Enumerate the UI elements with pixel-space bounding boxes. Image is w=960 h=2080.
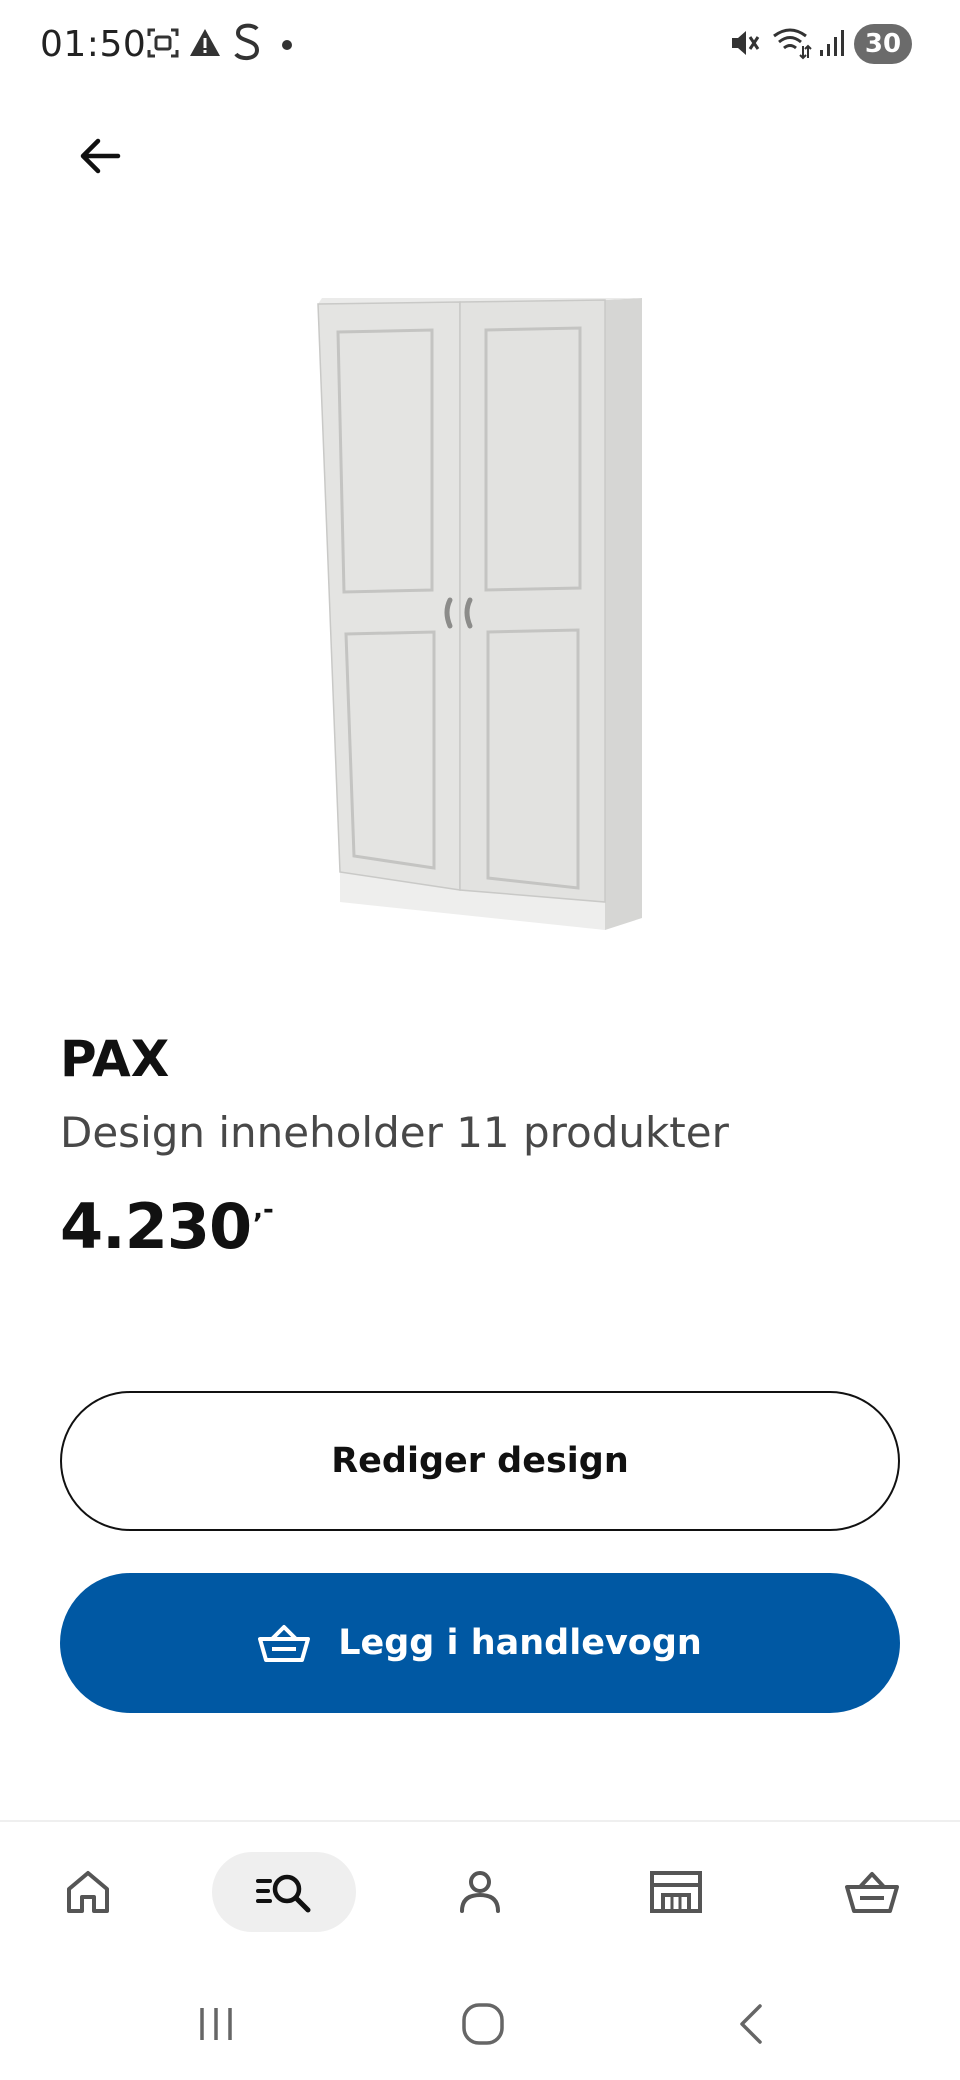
back-button[interactable] <box>70 126 130 186</box>
product-page: 01:50 30 PAX Design inneholder 11 produk… <box>0 0 960 2080</box>
status-bar: 01:50 30 <box>0 0 960 92</box>
person-icon <box>460 1871 500 1913</box>
basket-icon <box>845 1872 899 1913</box>
add-to-cart-button[interactable]: Legg i handlevogn <box>60 1573 900 1713</box>
screenshot-icon <box>146 26 180 65</box>
status-time: 01:50 <box>40 24 147 65</box>
home-system-button[interactable] <box>443 1984 523 2064</box>
product-price: 4.230,- <box>60 1190 274 1263</box>
product-description: Design inneholder 11 produkter <box>60 1108 729 1157</box>
mute-icon <box>728 26 762 65</box>
back-system-button[interactable] <box>712 1984 792 2064</box>
search-list-icon <box>256 1874 311 1913</box>
basket-icon <box>258 1623 311 1663</box>
chevron-left-icon <box>740 2004 762 2044</box>
price-suffix: ,- <box>253 1195 274 1225</box>
arrow-left-icon <box>80 138 121 174</box>
s-app-icon <box>232 20 262 69</box>
wifi-icon <box>772 26 812 65</box>
system-nav-bar <box>0 1962 960 2080</box>
edit-design-button[interactable]: Rediger design <box>60 1391 900 1531</box>
nav-store[interactable] <box>636 1852 716 1932</box>
battery-indicator: 30 <box>854 24 912 64</box>
bottom-nav <box>0 1822 960 1962</box>
recent-apps-icon <box>200 2008 232 2040</box>
add-to-cart-label: Legg i handlevogn <box>338 1623 702 1663</box>
price-amount: 4.230 <box>60 1190 252 1263</box>
signal-icon <box>818 26 846 65</box>
notification-dot <box>282 40 292 50</box>
home-circle-icon <box>462 2003 504 2045</box>
store-icon <box>650 1871 702 1913</box>
nav-cart[interactable] <box>832 1852 912 1932</box>
recent-apps-button[interactable] <box>176 1984 256 2064</box>
warning-icon <box>188 26 222 65</box>
nav-search[interactable] <box>212 1852 356 1932</box>
nav-profile[interactable] <box>440 1852 520 1932</box>
product-image <box>310 290 650 940</box>
nav-home[interactable] <box>48 1852 128 1932</box>
home-icon <box>67 1871 109 1913</box>
edit-design-label: Rediger design <box>331 1441 629 1481</box>
product-name: PAX <box>60 1030 170 1088</box>
